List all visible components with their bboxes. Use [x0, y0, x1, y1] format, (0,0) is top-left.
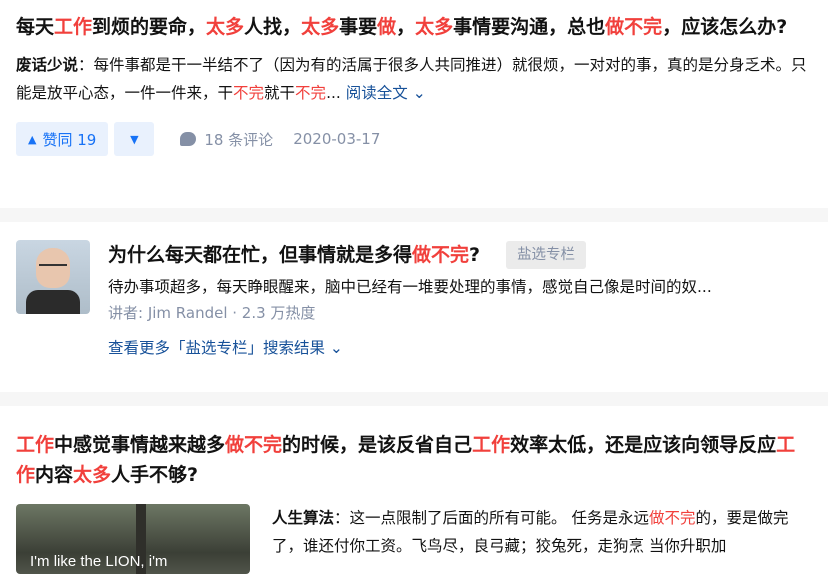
title-highlight: 做不完	[605, 16, 663, 38]
chevron-down-icon: ⌄	[412, 84, 426, 102]
title-highlight: 工作	[54, 16, 93, 38]
title-text: 事要	[339, 16, 378, 38]
image-caption: I'm like the LION, i'm	[30, 553, 168, 570]
comment-icon	[180, 132, 197, 146]
more-results-link[interactable]: 查看更多「盐选专栏」搜索结果 ⌄	[108, 336, 812, 358]
title-highlight: 工作	[16, 434, 55, 456]
vote-up-button[interactable]: ▲ 赞同 19	[16, 122, 109, 156]
title-text: ?	[469, 244, 481, 266]
excerpt-highlight: 不完	[233, 84, 265, 102]
excerpt-text: 就干	[264, 84, 296, 102]
title-highlight: 做不完	[412, 244, 470, 266]
excerpt-highlight: 不完	[295, 84, 327, 102]
title-highlight: 太多	[301, 16, 340, 38]
title-text: ，	[396, 16, 416, 38]
title-text: 每天	[16, 16, 55, 38]
title-text: 事情要沟通，总也	[453, 16, 606, 38]
answer-excerpt[interactable]: 人生算法：这一点限制了后面的所有可能。 任务是永远做不完的，要是做完了，谁还付你…	[272, 504, 812, 574]
triangle-down-icon: ▼	[130, 132, 139, 146]
title-text: 为什么每天都在忙，但事情就是多得	[108, 244, 413, 266]
title-highlight: 工作	[472, 434, 511, 456]
author-thumbnail[interactable]	[16, 240, 90, 314]
read-more-link[interactable]: 阅读全文 ⌄	[346, 84, 426, 102]
read-more-label: 阅读全文	[345, 84, 408, 102]
title-text: 中感觉事情越来越多	[54, 434, 226, 456]
column-body: 为什么每天都在忙，但事情就是多得做不完? 盐选专栏 待办事项超多，每天睁眼醒来，…	[108, 240, 812, 392]
title-text: 人找，	[244, 16, 302, 38]
title-text: 内容	[35, 464, 74, 486]
vote-down-button[interactable]: ▼	[114, 122, 155, 156]
author-name[interactable]: 废话少说	[16, 56, 78, 74]
column-meta: 讲者: Jim Randel · 2.3 万热度	[108, 304, 316, 322]
answer-excerpt[interactable]: 废话少说：每件事都是干一半结不了（因为有的活属于很多人共同推进）就很烦，一对对的…	[16, 51, 812, 107]
thumb-glasses	[39, 264, 67, 270]
answer-preview: I'm like the LION, i'm 人生算法：这一点限制了后面的所有可…	[16, 504, 812, 574]
vote-count: 赞同 19	[42, 130, 97, 149]
answer-image[interactable]: I'm like the LION, i'm	[16, 504, 250, 574]
title-text: ，应该怎么办?	[662, 16, 788, 38]
section-divider	[0, 392, 828, 406]
post-date: 2020-03-17	[293, 130, 381, 148]
comments-label: 18 条评论	[204, 130, 274, 149]
title-highlight: 做不完	[225, 434, 283, 456]
column-badge: 盐选专栏	[506, 241, 587, 269]
answer-card-1: 每天工作到烦的要命，太多人找，太多事要做，太多事情要沟通，总也做不完，应该怎么办…	[0, 0, 828, 208]
excerpt-text: ：这一点限制了后面的所有可能。 任务是永远	[334, 509, 649, 527]
thumb-body	[26, 290, 80, 314]
excerpt-highlight: 做不完	[648, 509, 696, 527]
section-divider	[0, 208, 828, 222]
column-card: 为什么每天都在忙，但事情就是多得做不完? 盐选专栏 待办事项超多，每天睁眼醒来，…	[0, 222, 828, 392]
excerpt-text: ...	[326, 84, 341, 102]
title-highlight: 太多	[206, 16, 245, 38]
title-highlight: 做	[377, 16, 397, 38]
answer-card-3: 工作中感觉事情越来越多做不完的时候，是该反省自己工作效率太低，还是应该向领导反应…	[0, 406, 828, 574]
title-highlight: 太多	[415, 16, 454, 38]
author-name[interactable]: 人生算法	[272, 509, 334, 527]
title-text: 的时候，是该反省自己	[282, 434, 473, 456]
title-text: 人手不够?	[111, 464, 199, 486]
answer-title[interactable]: 每天工作到烦的要命，太多人找，太多事要做，太多事情要沟通，总也做不完，应该怎么办…	[16, 12, 812, 42]
answer-title[interactable]: 工作中感觉事情越来越多做不完的时候，是该反省自己工作效率太低，还是应该向领导反应…	[16, 430, 812, 490]
title-text: 效率太低，还是应该向领导反应	[510, 434, 777, 456]
column-title[interactable]: 为什么每天都在忙，但事情就是多得做不完? 盐选专栏	[108, 240, 812, 270]
title-text: 到烦的要命，	[92, 16, 207, 38]
title-highlight: 太多	[73, 464, 112, 486]
action-bar: ▲ 赞同 19 ▼ 18 条评论 2020-03-17	[16, 122, 812, 156]
triangle-up-icon: ▲	[28, 132, 37, 146]
column-description: 待办事项超多，每天睁眼醒来，脑中已经有一堆要处理的事情，感觉自己像是时间的奴..…	[108, 278, 712, 296]
comments-button[interactable]: 18 条评论	[180, 129, 273, 150]
